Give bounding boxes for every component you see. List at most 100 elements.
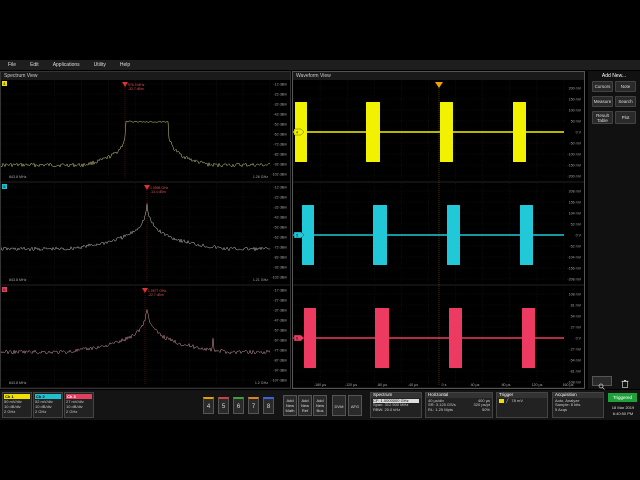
add-new-ref-button[interactable]: Add New Ref (298, 395, 312, 416)
spectrum-tick: -102 dBm (271, 173, 287, 177)
search-button[interactable]: Search (615, 96, 636, 107)
spectrum-start-freq: 843.8 MHz (9, 381, 27, 385)
waveform-tick: -200 mV (567, 175, 581, 179)
waveform-channel-tag: 6 (296, 336, 298, 340)
spectrum-view[interactable]: Spectrum View -12 dBm -22 dBm -32 dBm -42 d… (0, 71, 291, 389)
time-tick: -80 µs (377, 383, 387, 387)
status-date: 18 Mar 2019 (611, 405, 635, 410)
acquisition-title: Acquisition (553, 392, 603, 398)
bottom-blank (0, 420, 640, 480)
waveform-view[interactable]: Waveform View 200 mV 150 mV 100 mV 50 mV 0 V… (292, 71, 585, 389)
trigger-row: ╱ 78 mV (499, 397, 545, 404)
spectrum-tick: -47 dBm (273, 319, 287, 323)
time-tick: 40 µs (471, 383, 480, 387)
acquisition-count: 5 Acqs (555, 406, 568, 412)
spectrum-info-box[interactable]: Spectrum CF: 1.0000000 GHz Span: 312.500… (370, 392, 422, 418)
add-new-math-button[interactable]: Add New Math (283, 395, 297, 416)
waveform-tick: -81 mV (569, 370, 581, 374)
channel-4-button[interactable]: 4 (203, 397, 214, 414)
waveform-tick: 52 mV (571, 223, 582, 227)
spectrum-tick: -62 dBm (273, 133, 287, 137)
spectrum-tick: -22 dBm (273, 196, 287, 200)
spectrum-tick: -102 dBm (271, 276, 287, 280)
waveform-tick: 104 mV (569, 212, 582, 216)
afg-button[interactable]: AFG (348, 395, 362, 416)
result-table-button[interactable]: Result Table (592, 111, 613, 124)
spectrum-view-title: Spectrum View (1, 72, 290, 80)
waveform-tick: -156 mV (567, 267, 581, 271)
menu-file[interactable]: File (8, 62, 16, 68)
waveform-pane-2: 208 mV 156 mV 104 mV 52 mV 0 V -52 mV -104 mV -… (293, 183, 584, 286)
menu-bar: File Edit Applications Utility Help (0, 60, 640, 70)
spectrum-start-freq: 843.8 MHz (9, 278, 27, 282)
waveform-burst (522, 308, 535, 368)
channel-3-badge[interactable]: Ch 3 27 mV/div 10 dB/div 2 GHz (64, 392, 94, 418)
channel-7-button[interactable]: 7 (248, 397, 259, 414)
trigger-level: 78 mV (511, 397, 523, 403)
cursors-button[interactable]: Cursors (592, 81, 613, 92)
spectrum-tick: -27 dBm (273, 299, 287, 303)
menu-help[interactable]: Help (120, 62, 130, 68)
horizontal-info-box[interactable]: Horizontal 40 µs/div 400 µs SR: 3.125 GS/… (425, 392, 493, 418)
trash-icon[interactable] (620, 376, 630, 388)
add-new-title: Add New... (601, 73, 627, 79)
waveform-tick: -150 mV (567, 164, 581, 168)
time-tick: -160 µs (314, 383, 326, 387)
spectrum-tick: -12 dBm (273, 83, 287, 87)
waveform-tick: 156 mV (569, 201, 582, 205)
waveform-burst (373, 205, 387, 265)
spectrum-stop-freq: 1.21 GHz (253, 278, 268, 282)
channel-1-bw: 2 GHz (4, 409, 16, 414)
menu-utility[interactable]: Utility (94, 62, 106, 68)
spectrum-tick: -52 dBm (273, 123, 287, 127)
waveform-tick: 200 mV (569, 87, 582, 91)
add-new-bus-button[interactable]: Add New Bus (313, 395, 327, 416)
spectrum-tick: -57 dBm (273, 329, 287, 333)
channel-6-button[interactable]: 6 (233, 397, 244, 414)
time-tick: 80 µs (502, 383, 511, 387)
spectrum-tick: -72 dBm (273, 246, 287, 250)
channel-8-button[interactable]: 8 (263, 397, 274, 414)
horizontal-row-3: RL: 1.25 Mpts 50% (428, 407, 490, 413)
spectrum-tick: -77 dBm (273, 349, 287, 353)
waveform-tick: -100 mV (567, 153, 581, 157)
channel-1-badge[interactable]: Ch 1 50 mV/div 10 dB/div 2 GHz (2, 392, 32, 418)
spectrum-plot[interactable]: -12 dBm -22 dBm -32 dBm -42 dBm -52 dBm -62 d… (1, 80, 290, 388)
add-math-line3: Math (285, 408, 295, 413)
spectrum-tick: -82 dBm (273, 153, 287, 157)
trigger-channel-icon (499, 398, 504, 403)
spectrum-stop-freq: 1.2 GHz (255, 381, 268, 385)
time-tick: -40 µs (408, 383, 418, 387)
menu-edit[interactable]: Edit (30, 62, 39, 68)
spectrum-tick: -92 dBm (273, 163, 287, 167)
trigger-info-box[interactable]: Trigger ╱ 78 mV (496, 392, 548, 418)
dvm-button[interactable]: DVM (332, 395, 346, 416)
waveform-tick: 50 mV (571, 120, 582, 124)
waveform-tick: 208 mV (569, 190, 582, 194)
acquisition-info-box[interactable]: Acquisition Auto, Analyze Sample: 8 bits… (552, 392, 604, 418)
zoom-icon[interactable] (592, 376, 612, 390)
waveform-pane-1: 200 mV 150 mV 100 mV 50 mV 0 V -50 mV -100 mV -… (293, 80, 584, 183)
waveform-tick: 100 mV (569, 109, 582, 113)
waveform-tick: -54 mV (569, 359, 581, 363)
waveform-burst (513, 102, 526, 162)
spectrum-info-title: Spectrum (371, 392, 421, 398)
spectrum-tick: -32 dBm (273, 206, 287, 210)
note-button[interactable]: Note (615, 81, 636, 92)
spectrum-start-freq: 843.8 MHz (9, 175, 27, 179)
waveform-plot[interactable]: 200 mV 150 mV 100 mV 50 mV 0 V -50 mV -100 mV -… (293, 80, 584, 388)
channel-2-badge[interactable]: Ch 2 52 mV/div 10 dB/div 2 GHz (33, 392, 63, 418)
waveform-tick: -27 mV (569, 348, 581, 352)
plot-button[interactable]: Plot (615, 111, 636, 124)
spectrum-tick: -72 dBm (273, 143, 287, 147)
measure-button[interactable]: Measure (592, 96, 613, 107)
spectrum-pane-3: -17 dBm -27 dBm -37 dBm -47 dBm -57 dBm -67 d… (1, 286, 290, 388)
spectrum-tick: -67 dBm (273, 339, 287, 343)
channel-5-button[interactable]: 5 (218, 397, 229, 414)
menu-applications[interactable]: Applications (53, 62, 80, 68)
spectrum-tick: -52 dBm (273, 226, 287, 230)
bottom-control-bar: Ch 1 50 mV/div 10 dB/div 2 GHz Ch 2 52 m… (0, 390, 640, 420)
waveform-tick: 150 mV (569, 98, 582, 102)
marker-label: -32.7 dBm (128, 87, 144, 91)
waveform-tick: 27 mV (571, 326, 582, 330)
